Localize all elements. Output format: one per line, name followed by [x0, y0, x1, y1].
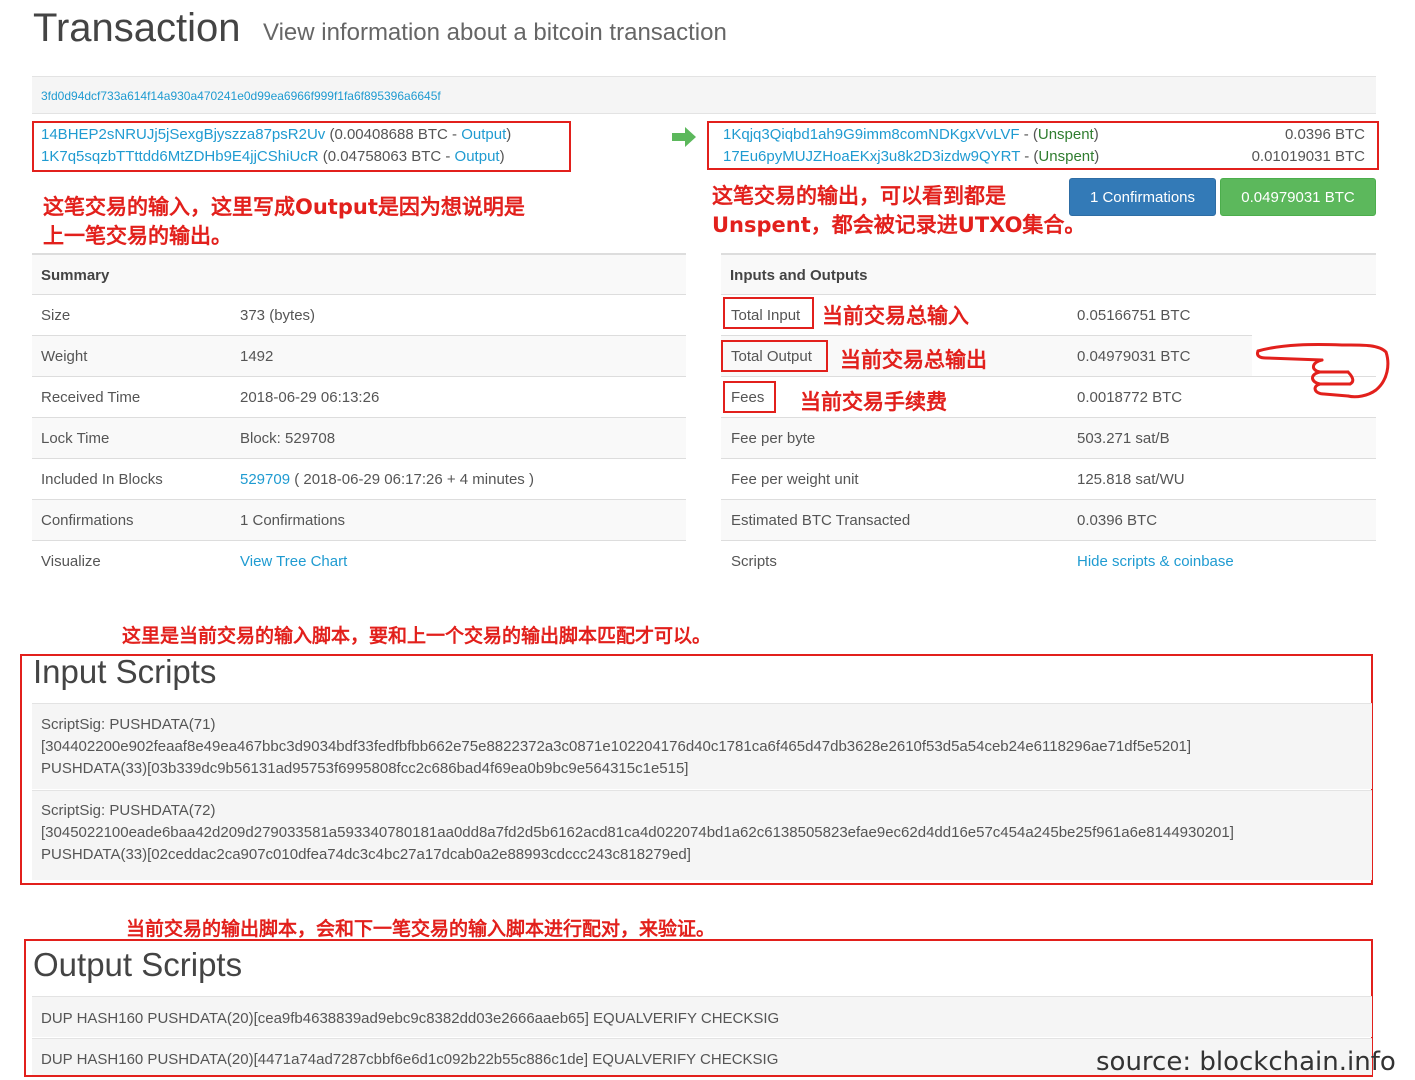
row-label: Received Time: [41, 389, 141, 406]
outputs-highlight-box: [707, 121, 1379, 170]
script-line: [304402200e902feaaf8e49ea467bbc3d9034bdf…: [41, 738, 1192, 755]
table-row: Received Time 2018-06-29 06:13:26: [32, 376, 686, 417]
row-value: 1 Confirmations: [240, 512, 346, 529]
table-row: Weight 1492: [32, 335, 686, 376]
row-value: Block: 529708: [240, 430, 336, 447]
script-block: DUP HASH160 PUSHDATA(20)[cea9fb4638839ad…: [32, 996, 1372, 1037]
tx-hash-link[interactable]: 3fd0d94dcf733a614f14a930a470241e0d99ea69…: [41, 89, 441, 103]
row-value: 125.818 sat/WU: [1077, 471, 1185, 488]
row-label: Estimated BTC Transacted: [731, 512, 911, 529]
inputs-annotation: 上一笔交易的输出。: [43, 224, 232, 248]
page-title: Transaction: [33, 6, 241, 50]
row-label: Included In Blocks: [41, 471, 163, 488]
outputs-annotation: 这笔交易的输出，可以看到都是: [712, 184, 1006, 208]
total-input-annotation: 当前交易总输入: [822, 304, 969, 328]
row-value: 2018-06-29 06:13:26: [240, 389, 380, 406]
summary-table: Summary Size 373 (bytes) Weight 1492 Rec…: [32, 253, 686, 583]
row-label: Fee per byte: [731, 430, 816, 447]
row-value: 0.0396 BTC: [1077, 512, 1158, 529]
fees-highlight-box: [723, 381, 776, 413]
row-value: 503.271 sat/B: [1077, 430, 1170, 447]
total-input-highlight-box: [723, 297, 814, 329]
source-caption: source: blockchain.info: [1096, 1047, 1396, 1077]
table-row: Estimated BTC Transacted 0.0396 BTC: [721, 499, 1376, 540]
right-arrow-icon: [672, 127, 696, 147]
row-value: 0.05166751 BTC: [1077, 307, 1191, 324]
script-line: DUP HASH160 PUSHDATA(20)[cea9fb4638839ad…: [41, 1010, 780, 1027]
row-value: 0.0018772 BTC: [1077, 389, 1183, 406]
block-time: ( 2018-06-29 06:17:26 + 4 minutes ): [290, 471, 534, 488]
script-line: PUSHDATA(33)[03b339dc9b56131ad95753f6995…: [41, 760, 689, 777]
page-subtitle: View information about a bitcoin transac…: [263, 19, 727, 46]
hide-scripts-link[interactable]: Hide scripts & coinbase: [1077, 553, 1234, 570]
row-label: Weight: [41, 348, 88, 365]
table-row: Fee per byte 503.271 sat/B: [721, 417, 1376, 458]
script-line: [3045022100eade6baa42d209d279033581a5933…: [41, 824, 1234, 841]
row-value: Hide scripts & coinbase: [1077, 553, 1234, 570]
tx-hash-bar: 3fd0d94dcf733a614f14a930a470241e0d99ea69…: [32, 76, 1376, 114]
inputs-annotation: 这笔交易的输入，这里写成Output是因为想说明是: [43, 195, 525, 219]
inputs-highlight-box: [32, 121, 571, 172]
script-line: ScriptSig: PUSHDATA(71): [41, 716, 216, 733]
table-row: Visualize View Tree Chart: [32, 540, 686, 581]
script-block: ScriptSig: PUSHDATA(71) [304402200e902fe…: [32, 703, 1372, 789]
row-label: Fee per weight unit: [731, 471, 859, 488]
block-link[interactable]: 529709: [240, 471, 290, 488]
row-value: View Tree Chart: [240, 553, 347, 570]
table-row: Scripts Hide scripts & coinbase: [721, 540, 1376, 581]
row-value: 1492: [240, 348, 274, 365]
summary-heading: Summary: [41, 267, 110, 284]
row-value: 0.04979031 BTC: [1077, 348, 1191, 365]
outputs-annotation: Unspent，都会被记录进UTXO集合。: [712, 213, 1086, 237]
table-row: Lock Time Block: 529708: [32, 417, 686, 458]
row-value: 373 (bytes): [240, 307, 316, 324]
total-amount-button[interactable]: 0.04979031 BTC: [1220, 178, 1376, 216]
row-label: Lock Time: [41, 430, 110, 447]
output-scripts-annotation: 当前交易的输出脚本，会和下一笔交易的输入脚本进行配对，来验证。: [126, 918, 716, 940]
inputs-outputs-table: Inputs and Outputs Total Input 0.0516675…: [721, 253, 1376, 583]
table-row: Fee per weight unit 125.818 sat/WU: [721, 458, 1376, 499]
view-tree-chart-link[interactable]: View Tree Chart: [240, 553, 347, 570]
total-output-annotation: 当前交易总输出: [840, 348, 987, 372]
table-header: Summary: [32, 253, 686, 294]
table-row: Total Input 0.05166751 BTC: [721, 294, 1376, 335]
row-value: 529709 ( 2018-06-29 06:17:26 + 4 minutes…: [240, 471, 534, 488]
pointing-hand-icon: [1256, 343, 1390, 399]
script-block: ScriptSig: PUSHDATA(72) [3045022100eade6…: [32, 790, 1372, 880]
output-scripts-title: Output Scripts: [33, 946, 243, 983]
table-row: Confirmations 1 Confirmations: [32, 499, 686, 540]
row-label: Confirmations: [41, 512, 134, 529]
table-row: Included In Blocks 529709 ( 2018-06-29 0…: [32, 458, 686, 499]
total-output-highlight-box: [721, 340, 828, 372]
table-row: Size 373 (bytes): [32, 294, 686, 335]
script-line: ScriptSig: PUSHDATA(72): [41, 802, 216, 819]
confirmations-button[interactable]: 1 Confirmations: [1069, 178, 1216, 216]
fees-annotation: 当前交易手续费: [800, 390, 947, 414]
input-scripts-annotation: 这里是当前交易的输入脚本，要和上一个交易的输出脚本匹配才可以。: [122, 625, 712, 647]
row-label: Size: [41, 307, 71, 324]
row-label: Visualize: [41, 553, 101, 570]
table-header: Inputs and Outputs: [721, 253, 1376, 294]
io-heading: Inputs and Outputs: [730, 267, 868, 284]
row-label: Scripts: [731, 553, 777, 570]
input-scripts-title: Input Scripts: [33, 653, 217, 690]
script-line: PUSHDATA(33)[02ceddac2ca907c010dfea74dc3…: [41, 846, 691, 863]
